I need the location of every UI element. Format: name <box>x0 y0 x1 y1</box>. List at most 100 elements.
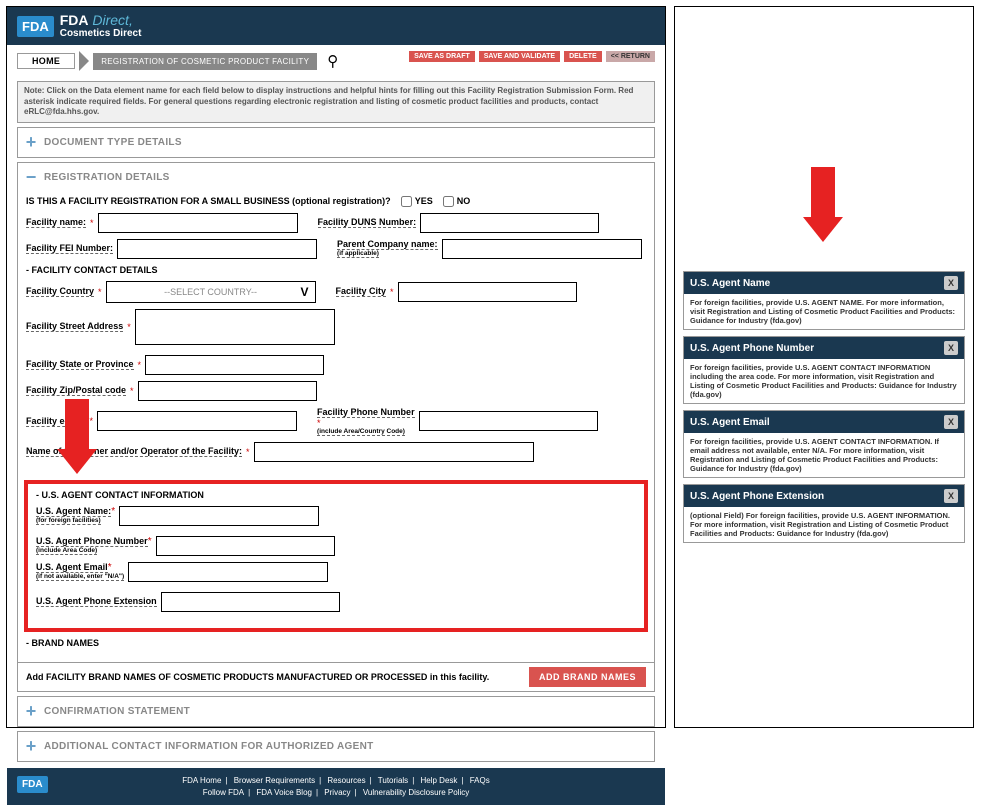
close-icon[interactable]: X <box>944 415 958 429</box>
section-reg-title: REGISTRATION DETAILS <box>44 172 170 183</box>
facility-country-select[interactable]: --SELECT COUNTRY-- <box>106 281 316 303</box>
agent-email-input[interactable] <box>128 562 328 582</box>
agent-phone-input[interactable] <box>156 536 335 556</box>
agent-phone-label: U.S. Agent Phone Number <box>36 536 148 547</box>
section-confirmation-header[interactable]: + CONFIRMATION STATEMENT <box>18 697 654 726</box>
help-card-agent-email: U.S. Agent Email X For foreign facilities… <box>683 410 965 478</box>
facility-city-label: Facility City <box>336 286 387 297</box>
facility-zip-input[interactable] <box>138 381 317 401</box>
footer-links-row1: FDA Home| Browser Requirements| Resource… <box>17 776 655 785</box>
expand-icon: + <box>24 701 38 722</box>
section-reg-details: − REGISTRATION DETAILS IS THIS A FACILIT… <box>17 162 655 692</box>
save-draft-button[interactable]: SAVE AS DRAFT <box>409 51 475 62</box>
footer-fda-logo: FDA <box>17 776 48 793</box>
facility-state-input[interactable] <box>145 355 324 375</box>
facility-name-input[interactable] <box>98 213 298 233</box>
small-business-no[interactable]: NO <box>443 196 471 207</box>
footer-link[interactable]: Follow FDA <box>203 788 244 797</box>
help-title: U.S. Agent Email <box>690 417 770 428</box>
title-bold: FDA <box>60 12 89 28</box>
breadcrumb-arrow-icon <box>79 51 89 71</box>
section-additional-header[interactable]: + ADDITIONAL CONTACT INFORMATION FOR AUT… <box>18 732 654 761</box>
facility-phone-sublabel: (include Area/Country Code) <box>317 428 405 436</box>
main-panel: FDA FDA Direct, Cosmetics Direct HOME RE… <box>6 6 666 728</box>
app-title: FDA Direct, Cosmetics Direct <box>60 13 142 39</box>
help-body: (optional Field) For foreign facilities,… <box>684 507 964 542</box>
us-agent-heading: - U.S. AGENT CONTACT INFORMATION <box>36 490 636 500</box>
help-card-agent-name: U.S. Agent Name X For foreign facilities,… <box>683 271 965 330</box>
facility-email-input[interactable] <box>97 411 297 431</box>
parent-company-input[interactable] <box>442 239 642 259</box>
footer-link[interactable]: Resources <box>327 776 365 785</box>
help-card-agent-ext: U.S. Agent Phone Extension X (optional Fi… <box>683 484 965 543</box>
facility-duns-label: Facility DUNS Number: <box>318 217 417 228</box>
fei-number-input[interactable] <box>117 239 317 259</box>
expand-icon: + <box>24 736 38 757</box>
help-card-agent-phone: U.S. Agent Phone Number X For foreign fac… <box>683 336 965 404</box>
section-confirmation-title: CONFIRMATION STATEMENT <box>44 706 190 717</box>
add-brand-names-button[interactable]: ADD BRAND NAMES <box>529 667 646 687</box>
help-title: U.S. Agent Phone Extension <box>690 491 824 502</box>
home-button[interactable]: HOME <box>17 53 75 69</box>
close-icon[interactable]: X <box>944 489 958 503</box>
section-doc-type-header[interactable]: + DOCUMENT TYPE DETAILS <box>18 128 654 157</box>
yes-checkbox[interactable] <box>401 196 412 207</box>
small-business-yes[interactable]: YES <box>401 196 433 207</box>
facility-street-input[interactable] <box>135 309 335 345</box>
facility-street-label: Facility Street Address <box>26 321 123 332</box>
agent-ext-label: U.S. Agent Phone Extension <box>36 596 157 607</box>
collapse-icon: − <box>24 167 38 188</box>
owner-operator-input[interactable] <box>254 442 534 462</box>
agent-name-input[interactable] <box>119 506 319 526</box>
facility-country-label: Facility Country <box>26 286 94 297</box>
return-button[interactable]: << RETURN <box>606 51 655 62</box>
help-title: U.S. Agent Phone Number <box>690 343 814 354</box>
fei-number-label: Facility FEI Number: <box>26 243 113 254</box>
no-checkbox[interactable] <box>443 196 454 207</box>
title-subtitle: Cosmetics Direct <box>60 28 142 39</box>
help-body: For foreign facilities, provide U.S. AGE… <box>684 294 964 329</box>
brand-names-heading: - BRAND NAMES <box>26 638 646 648</box>
footer-link[interactable]: FAQs <box>470 776 490 785</box>
facility-contact-heading: - FACILITY CONTACT DETAILS <box>26 265 646 275</box>
help-body: For foreign facilities, provide U.S. AGE… <box>684 433 964 477</box>
action-buttons: SAVE AS DRAFT SAVE AND VALIDATE DELETE <… <box>409 51 655 62</box>
footer-link[interactable]: Browser Requirements <box>234 776 315 785</box>
footer-link[interactable]: FDA Voice Blog <box>256 788 312 797</box>
page-footer: FDA FDA Home| Browser Requirements| Reso… <box>7 768 665 805</box>
delete-button[interactable]: DELETE <box>564 51 602 62</box>
facility-phone-label: Facility Phone Number <box>317 407 415 418</box>
help-panel: U.S. Agent Name X For foreign facilities,… <box>674 6 974 728</box>
facility-city-input[interactable] <box>398 282 577 302</box>
section-reg-header[interactable]: − REGISTRATION DETAILS <box>18 163 654 192</box>
brand-names-text: Add FACILITY BRAND NAMES OF COSMETIC PRO… <box>26 672 489 682</box>
footer-link[interactable]: FDA Home <box>182 776 221 785</box>
section-additional: + ADDITIONAL CONTACT INFORMATION FOR AUT… <box>17 731 655 762</box>
section-doc-type-title: DOCUMENT TYPE DETAILS <box>44 137 182 148</box>
facility-zip-label: Facility Zip/Postal code <box>26 385 126 396</box>
app-header: FDA FDA Direct, Cosmetics Direct <box>7 7 665 45</box>
us-agent-section-highlighted: - U.S. AGENT CONTACT INFORMATION U.S. Ag… <box>24 480 648 632</box>
facility-phone-input[interactable] <box>419 411 598 431</box>
facility-duns-input[interactable] <box>420 213 599 233</box>
agent-phone-sublabel: (include Area Code) <box>36 547 97 555</box>
help-body: For foreign facilities, provide U.S. AGE… <box>684 359 964 403</box>
save-validate-button[interactable]: SAVE AND VALIDATE <box>479 51 560 62</box>
parent-company-label: Parent Company name: <box>337 239 438 250</box>
agent-name-label: U.S. Agent Name: <box>36 506 111 517</box>
help-title: U.S. Agent Name <box>690 278 770 289</box>
agent-ext-input[interactable] <box>161 592 340 612</box>
footer-link[interactable]: Privacy <box>324 788 350 797</box>
footer-link[interactable]: Vulnerability Disclosure Policy <box>363 788 469 797</box>
footer-link[interactable]: Tutorials <box>378 776 408 785</box>
agent-email-sublabel: (if not available, enter "N/A") <box>36 573 124 581</box>
section-additional-title: ADDITIONAL CONTACT INFORMATION FOR AUTHO… <box>44 741 374 752</box>
footer-links-row2: Follow FDA| FDA Voice Blog| Privacy| Vul… <box>17 788 655 797</box>
fda-logo: FDA <box>17 16 54 37</box>
instruction-note: Note: Click on the Data element name for… <box>17 81 655 122</box>
close-icon[interactable]: X <box>944 341 958 355</box>
title-light: Direct, <box>92 12 132 28</box>
footer-link[interactable]: Help Desk <box>421 776 458 785</box>
agent-email-label: U.S. Agent Email <box>36 562 108 573</box>
close-icon[interactable]: X <box>944 276 958 290</box>
